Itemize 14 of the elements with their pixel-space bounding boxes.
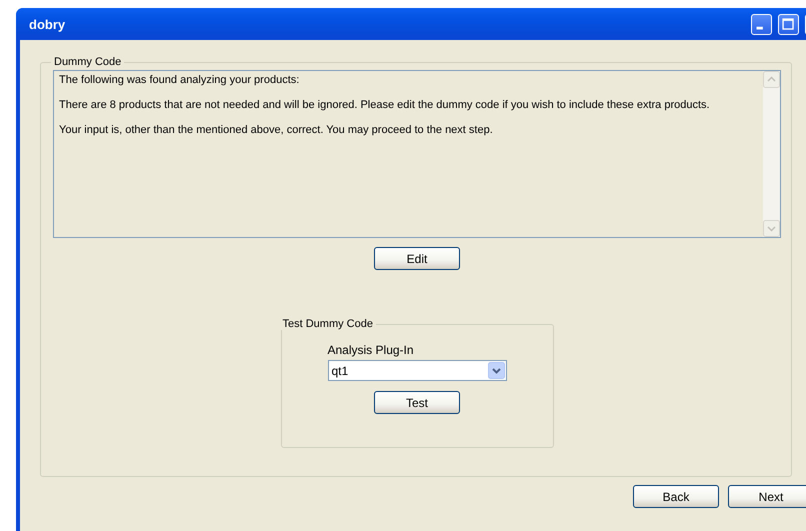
minimize-icon[interactable] bbox=[751, 14, 772, 34]
group-legend: Dummy Code bbox=[51, 56, 124, 68]
edit-button[interactable]: Edit bbox=[374, 247, 460, 270]
maximize-icon[interactable] bbox=[778, 14, 799, 34]
window-title: dobry bbox=[29, 16, 66, 32]
message-text: The following was found analyzing your products: bbox=[59, 74, 300, 87]
wizard-button[interactable]: Next bbox=[728, 485, 806, 508]
group-legend: Test Dummy Code bbox=[280, 318, 376, 330]
message-text: There are 8 products that are not needed and will be ignored. Please edit the dummy code if you wish to include these extra products. bbox=[59, 99, 711, 112]
field-label: Analysis Plug-In bbox=[328, 343, 415, 357]
plugin-dropdown[interactable]: qt1 bbox=[328, 360, 506, 381]
message-text: Your input is, other than the mentioned above, correct. You may proceed to the next step. bbox=[59, 124, 494, 137]
wizard-button[interactable]: Back bbox=[633, 485, 719, 508]
test-button[interactable]: Test bbox=[374, 391, 460, 414]
